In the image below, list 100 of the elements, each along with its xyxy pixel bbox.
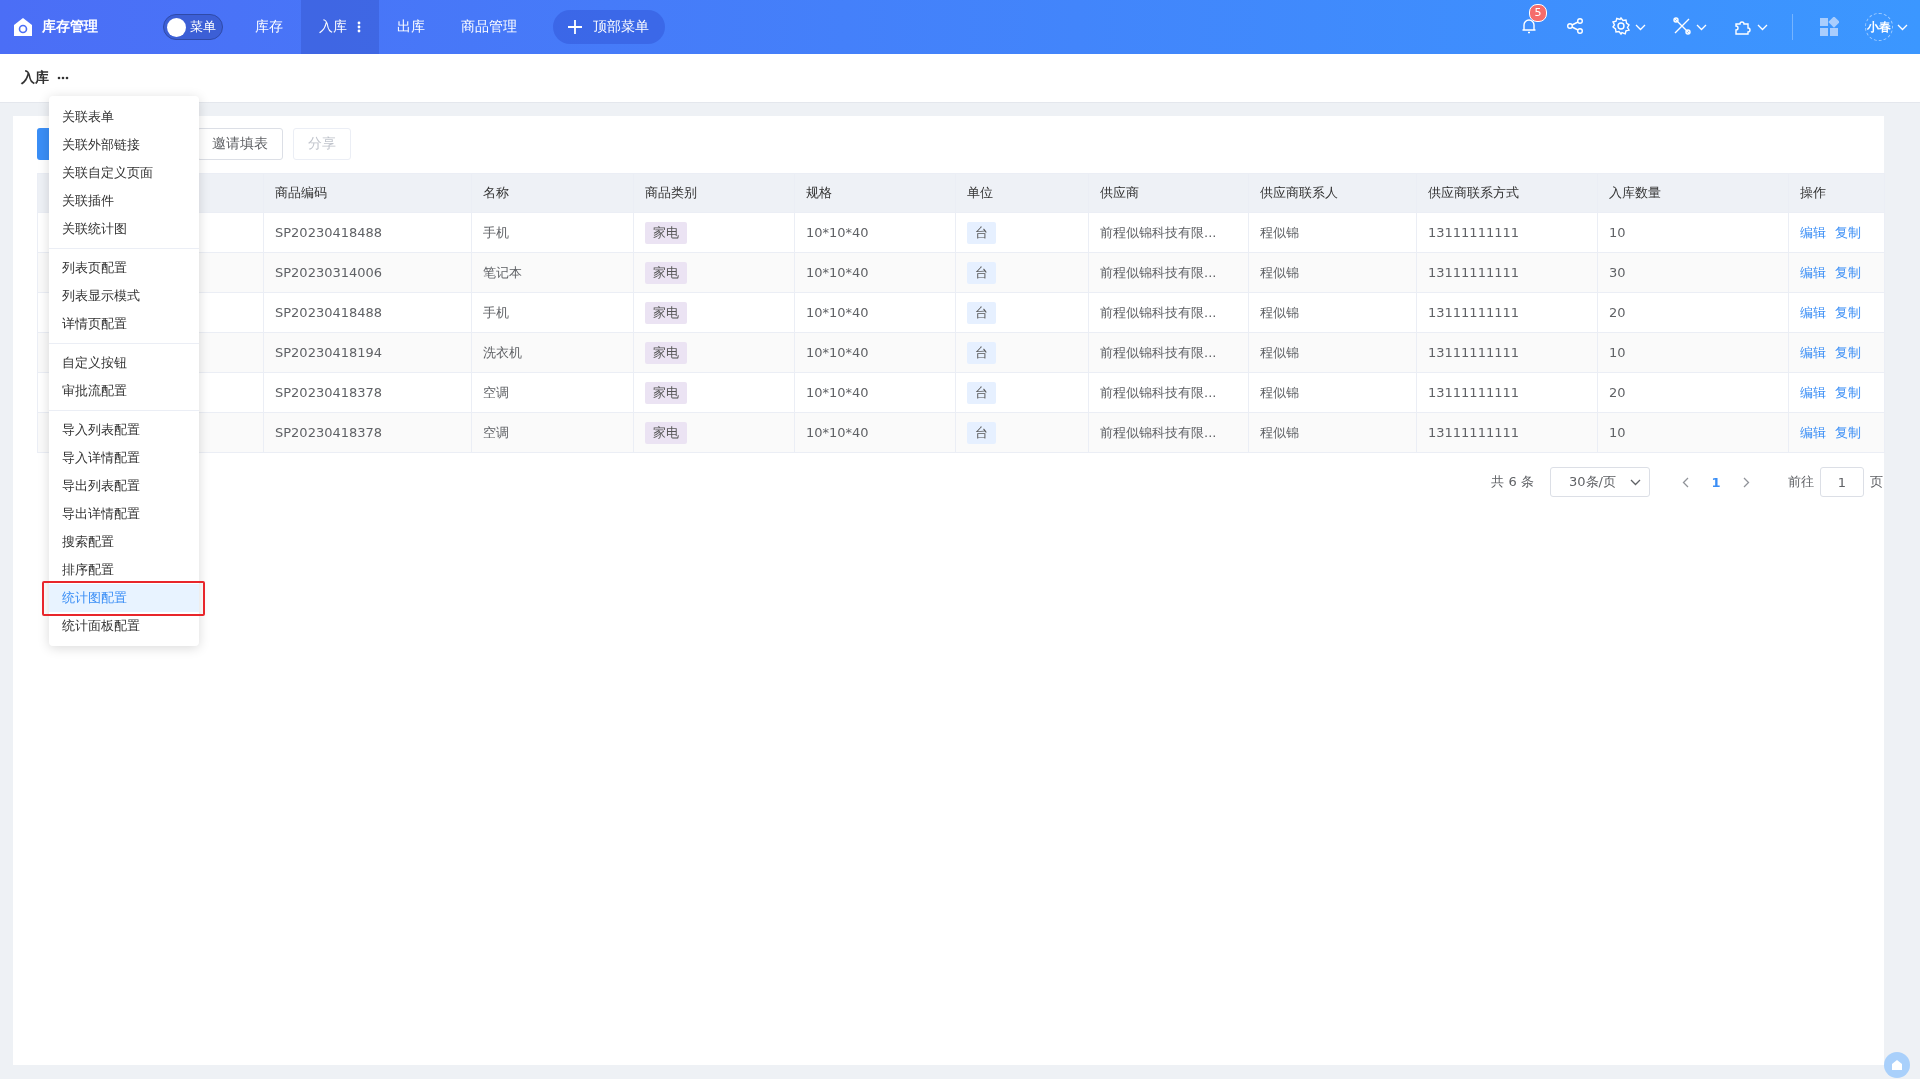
table-cell: 手机: [472, 213, 634, 252]
table-cell: 前程似锦科技有限...: [1089, 293, 1249, 332]
nav-tab[interactable]: 库存: [237, 0, 301, 54]
action-link[interactable]: 复制: [1835, 383, 1861, 402]
table-cell: 10*10*40: [795, 253, 956, 292]
nav-tab[interactable]: 入库: [301, 0, 379, 54]
menu-item[interactable]: 导入详情配置: [49, 444, 199, 472]
column-header: 单位: [956, 174, 1089, 212]
menu-item[interactable]: 搜索配置: [49, 528, 199, 556]
action-link[interactable]: 编辑: [1800, 423, 1826, 442]
caret-icon: [1635, 23, 1646, 31]
table-cell: SP20230418378: [264, 373, 472, 412]
category-tag: 家电: [645, 421, 687, 444]
menu-item[interactable]: 统计图配置: [49, 584, 199, 612]
table-cell: 13111111111: [1417, 253, 1598, 292]
table-cell: 前程似锦科技有限...: [1089, 413, 1249, 452]
table-cell: 前程似锦科技有限...: [1089, 333, 1249, 372]
action-link[interactable]: 编辑: [1800, 383, 1826, 402]
table-cell: 13111111111: [1417, 293, 1598, 332]
table-cell: 10: [1598, 333, 1789, 372]
menu-item[interactable]: 关联统计图: [49, 215, 199, 243]
table-cell: 10: [1598, 213, 1789, 252]
column-header: 供应商联系人: [1249, 174, 1417, 212]
next-page-icon[interactable]: [1743, 476, 1750, 488]
action-link[interactable]: 复制: [1835, 343, 1861, 362]
caret-icon: [1696, 23, 1707, 31]
table-cell: 30: [1598, 253, 1789, 292]
app-title: 库存管理: [42, 18, 98, 36]
column-header: 商品编码: [264, 174, 472, 212]
app-logo-icon: [13, 17, 33, 37]
table-cell: 13111111111: [1417, 333, 1598, 372]
column-header: 操作: [1799, 184, 1827, 202]
unit-tag: 台: [967, 381, 996, 404]
prev-page-icon[interactable]: [1682, 476, 1689, 488]
home-button[interactable]: [1884, 1052, 1910, 1078]
table-cell: 13111111111: [1417, 213, 1598, 252]
category-tag: 家电: [645, 301, 687, 324]
plus-icon: [565, 17, 585, 37]
toolbar-button[interactable]: 邀请填表: [197, 128, 283, 160]
column-header: 商品类别: [634, 174, 795, 212]
table-cell: 10*10*40: [795, 333, 956, 372]
menu-item[interactable]: 详情页配置: [49, 310, 199, 338]
caret-icon: [1757, 23, 1768, 31]
table-cell: 13111111111: [1417, 413, 1598, 452]
table-cell: SP20230418488: [264, 293, 472, 332]
goto-page-field[interactable]: 1: [1820, 467, 1864, 497]
caret-icon: [1630, 478, 1641, 486]
page-number[interactable]: 1: [1701, 474, 1731, 490]
table-cell: 10: [1598, 413, 1789, 452]
unit-tag: 台: [967, 221, 996, 244]
action-link[interactable]: 复制: [1835, 263, 1861, 282]
table-cell: 空调: [472, 413, 634, 452]
action-link[interactable]: 复制: [1835, 223, 1861, 242]
menu-item[interactable]: 关联表单: [49, 103, 199, 131]
table-cell: 前程似锦科技有限...: [1089, 373, 1249, 412]
column-header: 供应商联系方式: [1417, 174, 1598, 212]
menu-item[interactable]: 列表页配置: [49, 254, 199, 282]
action-link[interactable]: 复制: [1835, 423, 1861, 442]
menu-item[interactable]: 导入列表配置: [49, 416, 199, 444]
goto-label: 前往: [1788, 473, 1814, 491]
total-count: 共 6 条: [1491, 473, 1534, 491]
action-link[interactable]: 编辑: [1800, 303, 1826, 322]
menu-item[interactable]: 关联自定义页面: [49, 159, 199, 187]
table-cell: 10*10*40: [795, 213, 956, 252]
menu-toggle[interactable]: 菜单: [163, 14, 223, 40]
category-tag: 家电: [645, 341, 687, 364]
nav-tab[interactable]: 出库: [379, 0, 443, 54]
top-menu-button[interactable]: 顶部菜单: [553, 10, 665, 44]
menu-item[interactable]: 列表显示模式: [49, 282, 199, 310]
page-size-select[interactable]: 30条/页: [1550, 467, 1650, 497]
action-link[interactable]: 复制: [1835, 303, 1861, 322]
table-cell: 空调: [472, 373, 634, 412]
menu-item[interactable]: 关联插件: [49, 187, 199, 215]
menu-item[interactable]: 排序配置: [49, 556, 199, 584]
menu-item[interactable]: 导出列表配置: [49, 472, 199, 500]
menu-item[interactable]: 自定义按钮: [49, 349, 199, 377]
nav-tab[interactable]: 商品管理: [443, 0, 535, 54]
table-cell: 程似锦: [1249, 253, 1417, 292]
home-icon: [1891, 1059, 1903, 1071]
table-cell: 程似锦: [1249, 293, 1417, 332]
apps-grid-icon[interactable]: [1819, 17, 1839, 37]
unit-tag: 台: [967, 421, 996, 444]
unit-tag: 台: [967, 261, 996, 284]
table-cell: 10*10*40: [795, 413, 956, 452]
column-header: 入库数量: [1598, 174, 1789, 212]
action-link[interactable]: 编辑: [1800, 343, 1826, 362]
menu-item[interactable]: 导出详情配置: [49, 500, 199, 528]
action-link[interactable]: 编辑: [1800, 223, 1826, 242]
menu-item[interactable]: 关联外部链接: [49, 131, 199, 159]
menu-item[interactable]: 审批流配置: [49, 377, 199, 405]
column-header: 供应商: [1089, 174, 1249, 212]
menu-item[interactable]: 统计面板配置: [49, 612, 199, 640]
action-link[interactable]: 编辑: [1800, 263, 1826, 282]
page-title: 入库: [21, 69, 49, 87]
table-cell: 程似锦: [1249, 373, 1417, 412]
table-cell: 20: [1598, 373, 1789, 412]
table-cell: 程似锦: [1249, 333, 1417, 372]
category-tag: 家电: [645, 221, 687, 244]
more-icon[interactable]: [57, 76, 69, 80]
table-cell: SP20230314006: [264, 253, 472, 292]
